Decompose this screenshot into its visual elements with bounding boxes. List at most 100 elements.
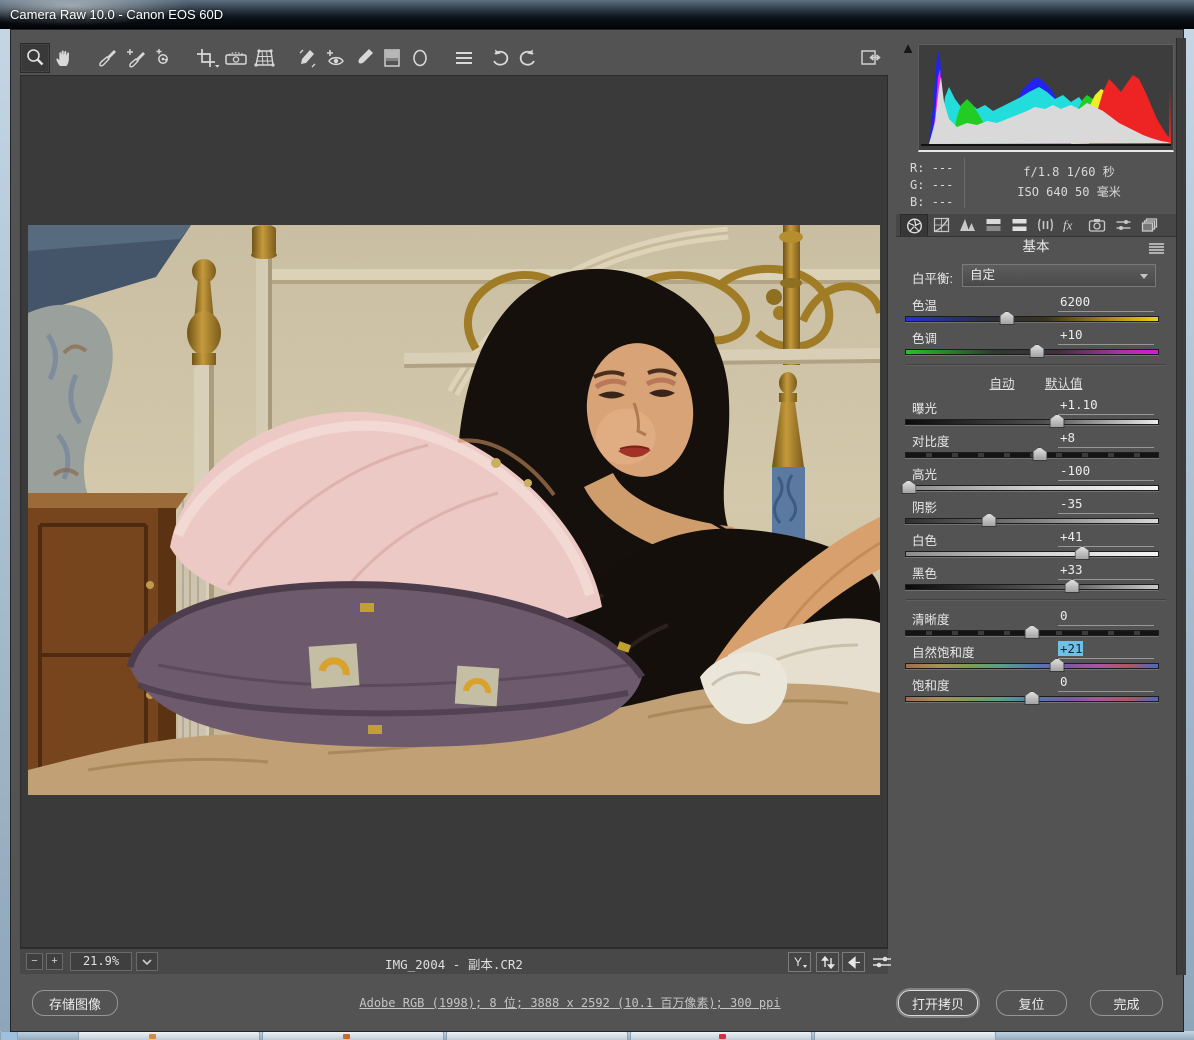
background-window-fragment (814, 1031, 996, 1040)
hand-tool-icon[interactable] (50, 44, 78, 72)
title-bar[interactable]: Camera Raw 10.0 - Canon EOS 60D (0, 0, 1194, 30)
g-value: --- (932, 178, 954, 192)
panel-tabs: fx (896, 214, 1176, 237)
chevron-down-icon (1140, 274, 1148, 279)
copy-settings-to-before-button[interactable] (842, 952, 865, 972)
tab-detail[interactable] (954, 214, 980, 236)
workflow-options-link[interactable]: Adobe RGB (1998); 8 位; 3888 x 2592 (10.1… (320, 994, 820, 1011)
divider (906, 599, 1166, 601)
tint-slider: 色调 +10 (896, 327, 1176, 360)
b-value: --- (932, 195, 954, 209)
targeted-adjustment-tool-icon[interactable] (150, 44, 178, 72)
r-value: --- (932, 161, 954, 175)
panel-scrollbar[interactable] (1176, 38, 1186, 975)
shadows-value[interactable]: -35 (1058, 496, 1154, 514)
swap-before-after-button[interactable] (816, 952, 839, 972)
white-balance-tool-icon[interactable] (94, 44, 122, 72)
background-window-fragment (78, 1031, 260, 1040)
panel-title: 基本 (896, 237, 1176, 257)
clarity-value[interactable]: 0 (1058, 608, 1154, 626)
toolbar (20, 42, 888, 74)
toggle-fullscreen-icon[interactable] (856, 44, 884, 72)
white-balance-label: 白平衡: (912, 268, 953, 287)
open-copy-button[interactable]: 打开拷贝 (898, 990, 978, 1016)
adjustments-panel: ▲ ▲ R: --- G: --- B: --- f/1.8 1/60 秒 IS… (896, 36, 1176, 975)
temperature-slider: 色温 6200 (896, 294, 1176, 327)
photo-preview[interactable] (28, 225, 880, 795)
contrast-slider: 对比度 +8 (896, 430, 1176, 463)
slider-thumb[interactable] (1075, 546, 1090, 560)
radial-filter-tool-icon[interactable] (406, 44, 434, 72)
transform-tool-icon[interactable] (250, 44, 278, 72)
preview-mode-button[interactable]: Y (788, 952, 811, 972)
save-image-button[interactable]: 存储图像 (32, 990, 118, 1016)
rotate-right-icon[interactable] (514, 44, 542, 72)
saturation-slider: 饱和度 0 (896, 674, 1176, 707)
straighten-tool-icon[interactable] (222, 44, 250, 72)
tab-lens-corrections[interactable] (1032, 214, 1058, 236)
blacks-value[interactable]: +33 (1058, 562, 1154, 580)
slider-thumb[interactable] (1030, 344, 1045, 358)
background-window-fragment (262, 1031, 444, 1040)
reset-button[interactable]: 复位 (996, 990, 1067, 1016)
shadows-slider: 阴影 -35 (896, 496, 1176, 529)
svg-text:Y: Y (794, 955, 802, 969)
slider-thumb[interactable] (1025, 625, 1040, 639)
default-link[interactable]: 默认值 (1045, 377, 1083, 391)
divider (906, 364, 1166, 366)
tab-presets[interactable] (1110, 214, 1136, 236)
exposure-value[interactable]: +1.10 (1058, 397, 1154, 415)
temperature-value[interactable]: 6200 (1058, 294, 1154, 312)
auto-link[interactable]: 自动 (990, 377, 1015, 391)
status-bar: − + 21.9% IMG_2004 - 副本.CR2 Y (20, 948, 888, 974)
zoom-tool-icon[interactable] (20, 43, 50, 73)
slider-thumb[interactable] (1050, 414, 1065, 428)
done-button[interactable]: 完成 (1090, 990, 1163, 1016)
blacks-slider: 黑色 +33 (896, 562, 1176, 595)
window-frame-left (0, 29, 10, 1032)
spot-removal-tool-icon[interactable] (294, 44, 322, 72)
shadow-clipping-warning-icon[interactable]: ▲ (898, 40, 918, 57)
vibrance-slider: 自然饱和度 +21 (896, 641, 1176, 674)
whites-slider: 白色 +41 (896, 529, 1176, 562)
background-window-fragment (0, 1031, 18, 1040)
exposure-slider: 曝光 +1.10 (896, 397, 1176, 430)
white-balance-select[interactable]: 自定 (962, 264, 1156, 287)
preferences-icon[interactable] (450, 44, 478, 72)
tab-tone-curve[interactable] (928, 214, 954, 236)
crop-tool-icon[interactable] (194, 44, 222, 72)
contrast-value[interactable]: +8 (1058, 430, 1154, 448)
tint-value[interactable]: +10 (1058, 327, 1154, 345)
preview-preferences-icon[interactable] (870, 952, 893, 972)
panel-menu-icon[interactable] (1149, 241, 1164, 259)
histogram[interactable] (918, 44, 1174, 152)
tab-basic[interactable] (900, 214, 928, 236)
tab-hsl-grayscale[interactable] (980, 214, 1006, 236)
svg-text:fx: fx (1063, 218, 1073, 233)
slider-thumb[interactable] (1065, 579, 1080, 593)
iso-focal-label: ISO 640 50 毫米 (966, 182, 1172, 202)
whites-value[interactable]: +41 (1058, 529, 1154, 547)
filename-label: IMG_2004 - 副本.CR2 (20, 954, 888, 973)
tab-split-toning[interactable] (1006, 214, 1032, 236)
tab-snapshots[interactable] (1136, 214, 1162, 236)
slider-thumb[interactable] (1032, 447, 1047, 461)
slider-thumb[interactable] (999, 311, 1014, 325)
tab-effects[interactable]: fx (1058, 214, 1084, 236)
saturation-value[interactable]: 0 (1058, 674, 1154, 692)
slider-thumb[interactable] (1050, 658, 1065, 672)
rotate-left-icon[interactable] (486, 44, 514, 72)
slider-thumb[interactable] (1025, 691, 1040, 705)
color-sampler-tool-icon[interactable] (122, 44, 150, 72)
background-window-fragment (630, 1031, 812, 1040)
graduated-filter-tool-icon[interactable] (378, 44, 406, 72)
adjustment-brush-tool-icon[interactable] (350, 44, 378, 72)
red-eye-tool-icon[interactable] (322, 44, 350, 72)
highlights-slider: 高光 -100 (896, 463, 1176, 496)
slider-thumb[interactable] (982, 513, 997, 527)
highlights-value[interactable]: -100 (1058, 463, 1154, 481)
tab-camera-calibration[interactable] (1084, 214, 1110, 236)
vibrance-value[interactable]: +21 (1058, 641, 1154, 659)
background-window-fragment (446, 1031, 628, 1040)
aperture-shutter-label: f/1.8 1/60 秒 (966, 162, 1172, 182)
